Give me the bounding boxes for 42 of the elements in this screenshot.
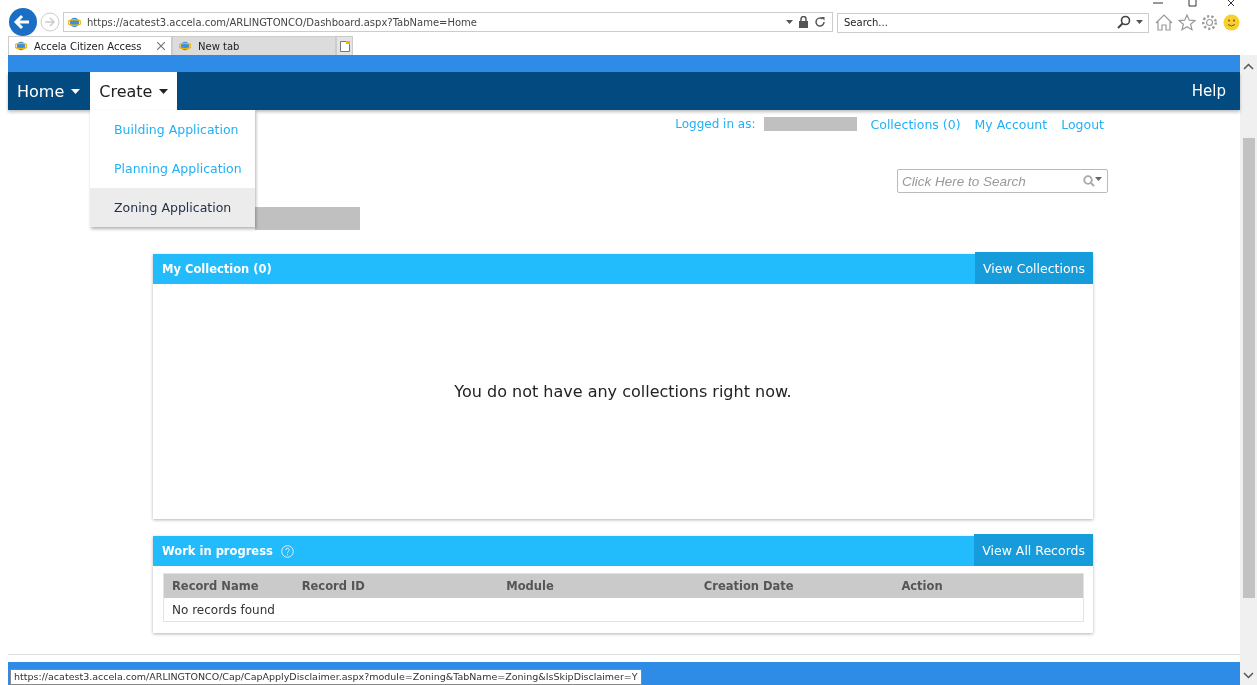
star-icon[interactable] xyxy=(1178,13,1196,31)
dropdown-icon[interactable] xyxy=(1136,20,1143,24)
menu-item[interactable]: Zoning Application xyxy=(90,188,255,227)
scroll-down-icon[interactable] xyxy=(1243,672,1254,679)
panel-title: Work in progress xyxy=(162,544,273,558)
table-cell-text: No records found xyxy=(171,602,275,617)
panel-title: My Collection (0) xyxy=(162,262,272,276)
browser-tab[interactable]: New tab xyxy=(172,36,336,55)
column-header: Record ID xyxy=(300,579,366,593)
refresh-icon[interactable] xyxy=(814,16,826,28)
tab-title: New tab xyxy=(198,40,241,52)
new-tab-button[interactable] xyxy=(336,36,353,55)
caret-icon xyxy=(159,88,169,94)
search-field[interactable]: Click Here to Search xyxy=(897,169,1108,193)
dropdown-icon[interactable] xyxy=(786,20,793,24)
column-header: Record Name xyxy=(171,579,260,593)
scroll-up-icon[interactable] xyxy=(1243,63,1254,70)
search-icon[interactable] xyxy=(1117,15,1131,29)
nav-menu-item[interactable]: Home xyxy=(8,72,90,110)
status-url: https://acatest3.accela.com/ARLINGTONCO/Cap/CapApplyDisclaimer.aspx?module=Zoning&TabName=Zoning&IsSkipDisclaimer=Y xyxy=(10,669,642,685)
column-header: Action xyxy=(900,579,944,593)
empty-message: You do not have any collections right now. xyxy=(454,382,792,401)
scrollbar[interactable] xyxy=(1240,55,1257,685)
search-field[interactable]: Search... xyxy=(837,12,1149,33)
help-link[interactable]: Help xyxy=(1191,82,1226,100)
minimize-icon[interactable] xyxy=(1152,0,1164,6)
logged-in-label: Logged in as: xyxy=(675,117,756,131)
page-icon xyxy=(339,40,350,52)
restore-icon[interactable] xyxy=(1188,0,1198,7)
search-icon[interactable] xyxy=(1083,175,1102,187)
nav-menu-item[interactable]: Create xyxy=(90,72,178,110)
column-header: Creation Date xyxy=(702,579,795,593)
lock-icon xyxy=(799,16,808,28)
column-header: Module xyxy=(505,579,555,593)
address-bar[interactable]: https://acatest3.accela.com/ARLINGTONCO/Dashboard.aspx?TabName=Home xyxy=(63,12,833,32)
smiley-icon[interactable] xyxy=(1223,13,1240,31)
settings-icon[interactable] xyxy=(1201,13,1218,31)
tab-title: Accela Citizen Access xyxy=(34,40,143,52)
browser-tab[interactable]: Accela Citizen Access xyxy=(8,36,172,55)
home-icon[interactable] xyxy=(1155,13,1173,31)
back-icon[interactable] xyxy=(9,8,37,36)
caret-icon xyxy=(71,88,81,94)
